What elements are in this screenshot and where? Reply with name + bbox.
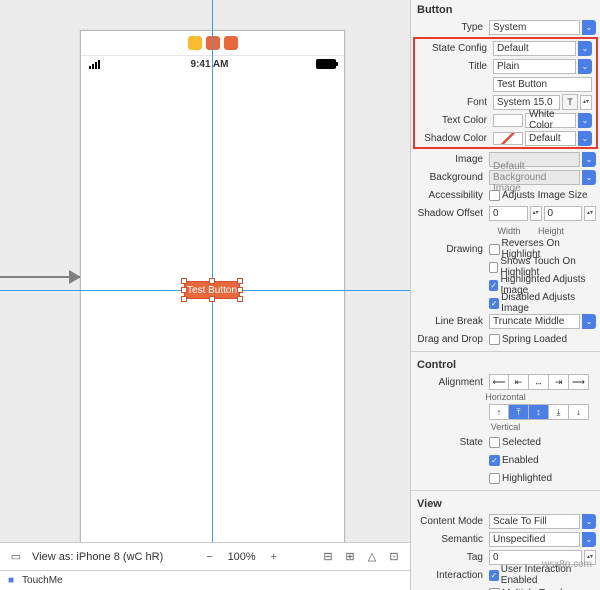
resize-handle[interactable] bbox=[181, 296, 187, 302]
highlighted-checkbox[interactable] bbox=[489, 473, 500, 484]
section-button: Button bbox=[411, 0, 600, 18]
breadcrumb-icon: ■ bbox=[8, 575, 14, 586]
canvas-bottom-toolbar: ▭ View as: iPhone 8 (wC hR) − 100% + ⊟ ⊞… bbox=[0, 542, 410, 570]
resize-handle[interactable] bbox=[237, 287, 243, 293]
view-as-label[interactable]: View as: iPhone 8 (wC hR) bbox=[32, 551, 163, 563]
semantic-select[interactable]: Unspecified bbox=[489, 532, 580, 547]
zoom-level[interactable]: 100% bbox=[228, 551, 256, 563]
dropdown-icon[interactable]: ⌄ bbox=[578, 113, 592, 128]
shadow-color-swatch[interactable] bbox=[493, 132, 523, 145]
dropdown-icon[interactable]: ⌄ bbox=[582, 314, 596, 329]
dock-icon bbox=[188, 36, 202, 50]
title-type-select[interactable]: Plain bbox=[493, 59, 576, 74]
battery-icon bbox=[316, 59, 336, 69]
resize-handle[interactable] bbox=[209, 296, 215, 302]
font-stepper[interactable]: ▴▾ bbox=[580, 95, 592, 110]
selected-test-button[interactable]: Test Button bbox=[184, 281, 240, 299]
offset-height-input[interactable]: 0 bbox=[544, 206, 583, 221]
dropdown-icon[interactable]: ⌄ bbox=[582, 152, 596, 167]
text-color-swatch[interactable] bbox=[493, 114, 523, 127]
content-mode-select[interactable]: Scale To Fill bbox=[489, 514, 580, 529]
dropdown-icon[interactable]: ⌄ bbox=[578, 59, 592, 74]
font-field[interactable]: System 15.0 bbox=[493, 95, 560, 110]
disabled-adj-checkbox[interactable]: ✓ bbox=[489, 298, 499, 309]
resize-handle[interactable] bbox=[237, 278, 243, 284]
resize-handle[interactable] bbox=[209, 278, 215, 284]
dropdown-icon[interactable]: ⌄ bbox=[582, 514, 596, 529]
linebreak-select[interactable]: Truncate Middle bbox=[489, 314, 580, 329]
section-view: View bbox=[411, 494, 600, 512]
shows-touch-checkbox[interactable] bbox=[489, 262, 498, 273]
dropdown-icon[interactable]: ⌄ bbox=[578, 41, 592, 56]
pin-icon[interactable]: ⊞ bbox=[342, 549, 358, 565]
dropdown-icon[interactable]: ⌄ bbox=[582, 20, 596, 35]
horiz-align-segments[interactable]: ⟵⇤↔⇥⟶ bbox=[489, 374, 589, 390]
section-control: Control bbox=[411, 355, 600, 373]
resolve-icon[interactable]: △ bbox=[364, 549, 380, 565]
accessibility-checkbox[interactable] bbox=[489, 190, 500, 201]
enabled-checkbox[interactable]: ✓ bbox=[489, 455, 500, 466]
dock-icon bbox=[224, 36, 238, 50]
offset-width-input[interactable]: 0 bbox=[489, 206, 528, 221]
stepper[interactable]: ▴▾ bbox=[530, 206, 542, 221]
reverses-checkbox[interactable] bbox=[489, 244, 500, 255]
stepper[interactable]: ▴▾ bbox=[584, 206, 596, 221]
canvas-panel: 9:41 AM Test Button ▭ View as: iPhone 8 … bbox=[0, 0, 410, 590]
zoom-out-icon[interactable]: − bbox=[202, 549, 218, 565]
spring-loaded-checkbox[interactable] bbox=[489, 334, 500, 345]
status-time: 9:41 AM bbox=[191, 59, 229, 70]
dropdown-icon[interactable]: ⌄ bbox=[578, 131, 592, 146]
dropdown-icon[interactable]: ⌄ bbox=[582, 532, 596, 547]
embed-icon[interactable]: ⊡ bbox=[386, 549, 402, 565]
canvas-area[interactable]: 9:41 AM Test Button bbox=[0, 0, 410, 542]
state-config-select[interactable]: Default bbox=[493, 41, 576, 56]
tag-input[interactable]: 0 bbox=[489, 550, 582, 565]
uie-checkbox[interactable]: ✓ bbox=[489, 570, 499, 581]
type-select[interactable]: System bbox=[489, 20, 580, 35]
zoom-in-icon[interactable]: + bbox=[266, 549, 282, 565]
shadow-color-field[interactable]: Default bbox=[525, 131, 576, 146]
highlight-state-title-color: State ConfigDefault⌄ TitlePlain⌄ Test Bu… bbox=[413, 37, 598, 149]
breadcrumb-label[interactable]: TouchMe bbox=[22, 575, 63, 586]
highlighted-adj-checkbox[interactable]: ✓ bbox=[489, 280, 498, 291]
dropdown-icon[interactable]: ⌄ bbox=[582, 170, 596, 185]
inspector-panel: Button TypeSystem⌄ State ConfigDefault⌄ … bbox=[410, 0, 600, 590]
resize-handle[interactable] bbox=[181, 278, 187, 284]
title-text-input[interactable]: Test Button bbox=[493, 77, 592, 92]
selected-checkbox[interactable] bbox=[489, 437, 500, 448]
constraint-arrow bbox=[0, 276, 80, 278]
breadcrumb-bar: ■ TouchMe bbox=[0, 570, 410, 590]
align-icon[interactable]: ⊟ bbox=[320, 549, 336, 565]
bgimage-field[interactable]: Default Background Image bbox=[489, 170, 580, 185]
layout-guide-vertical bbox=[212, 0, 213, 542]
vert-align-segments[interactable]: ↑⤒↕⤓↓ bbox=[489, 404, 589, 420]
panel-toggle-icon[interactable]: ▭ bbox=[8, 549, 24, 565]
resize-handle[interactable] bbox=[181, 287, 187, 293]
signal-icon bbox=[89, 60, 103, 69]
text-color-field[interactable]: White Color bbox=[525, 113, 576, 128]
stepper[interactable]: ▴▾ bbox=[584, 550, 596, 565]
font-picker-icon[interactable]: T bbox=[562, 94, 578, 110]
resize-handle[interactable] bbox=[237, 296, 243, 302]
